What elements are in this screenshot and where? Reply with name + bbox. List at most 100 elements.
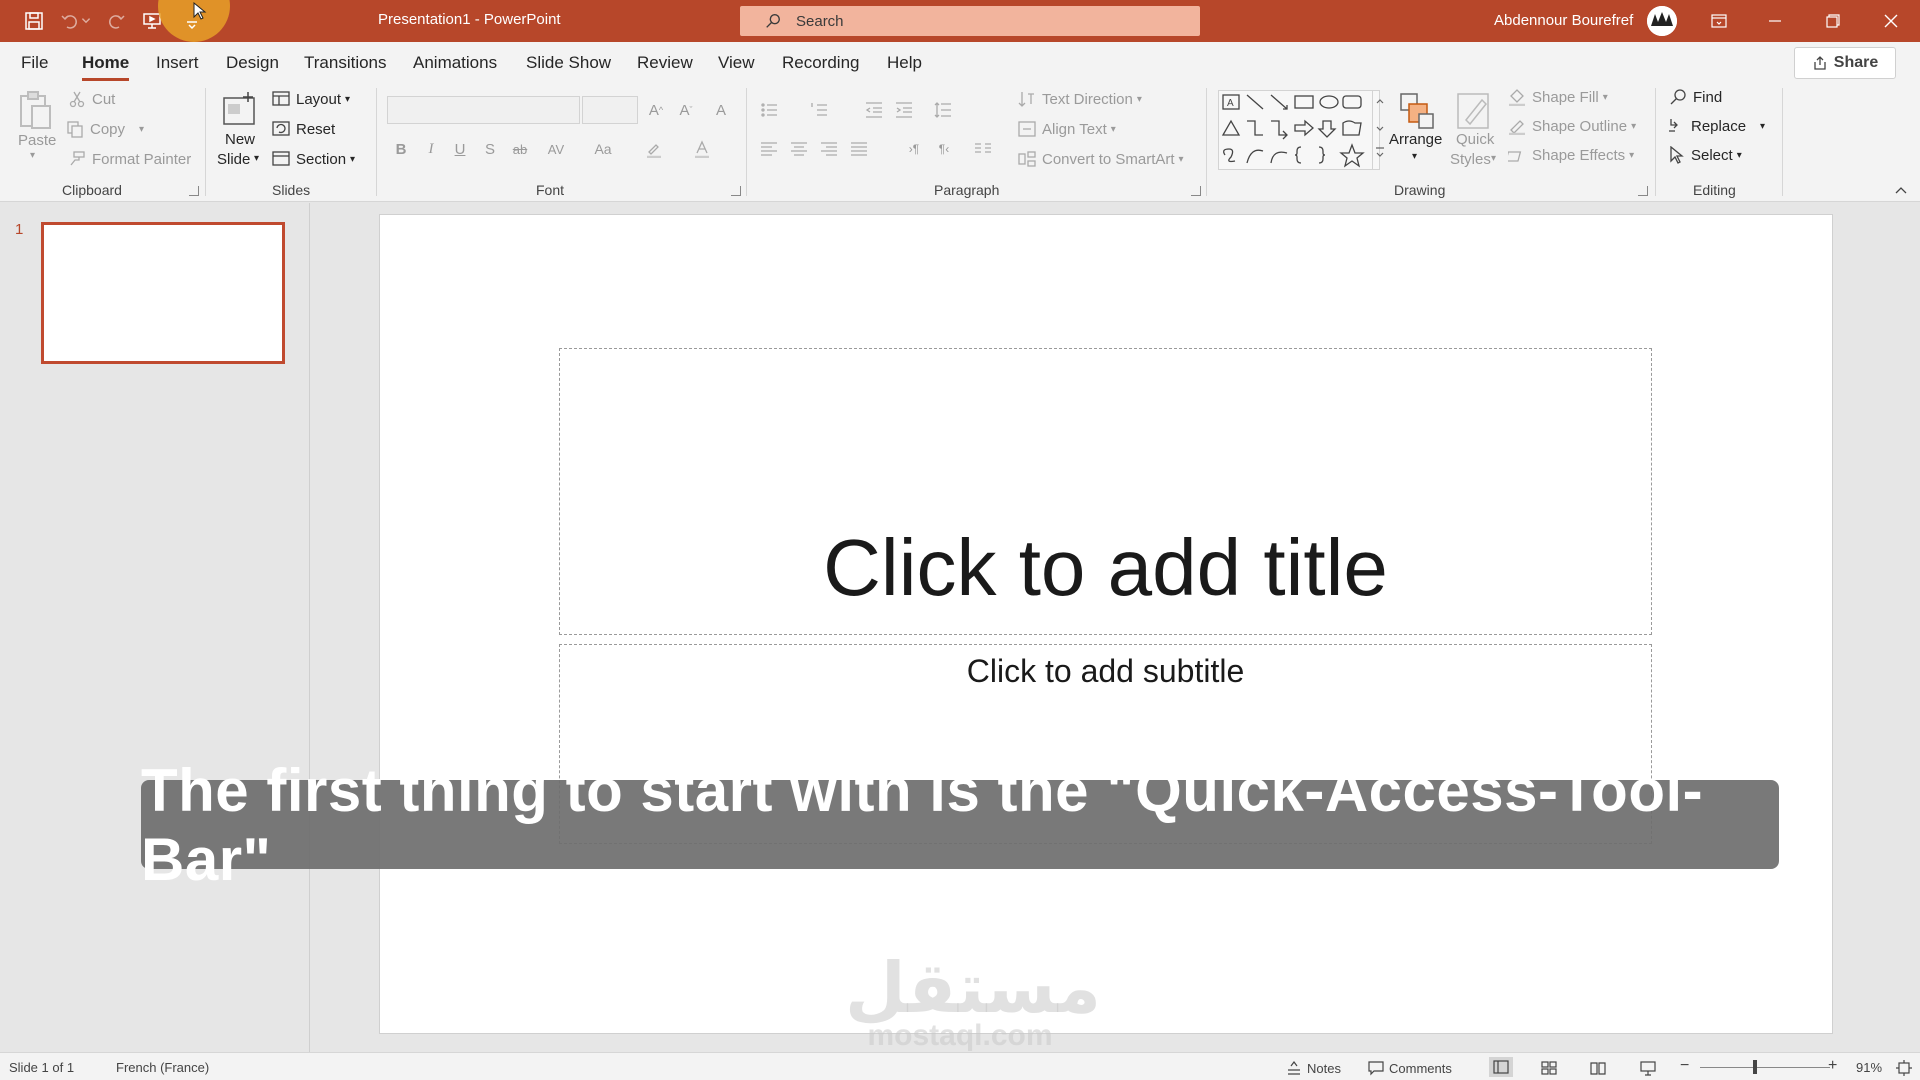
zoom-out-button[interactable]: − <box>1680 1057 1689 1075</box>
title-placeholder[interactable]: Click to add title <box>559 348 1652 635</box>
paste-dropdown-icon[interactable]: ▾ <box>30 150 35 161</box>
search-box[interactable]: Search <box>740 6 1200 36</box>
shape-fill-button[interactable]: Shape Fill ▾ <box>1508 88 1608 106</box>
save-icon[interactable] <box>22 9 46 33</box>
font-color-icon[interactable] <box>691 138 713 160</box>
tab-animations[interactable]: Animations <box>413 53 497 73</box>
shapes-gallery-scroll[interactable] <box>1372 90 1386 170</box>
zoom-slider-track[interactable] <box>1700 1067 1830 1068</box>
align-text-button[interactable]: Align Text ▾ <box>1018 120 1116 138</box>
convert-smartart-button[interactable]: Convert to SmartArt ▾ <box>1018 150 1184 168</box>
tab-transitions[interactable]: Transitions <box>304 53 387 73</box>
align-left-icon[interactable] <box>758 138 780 160</box>
slide-thumbnail[interactable] <box>41 222 285 364</box>
share-button[interactable]: Share <box>1794 47 1896 79</box>
select-button[interactable]: Select ▾ <box>1667 146 1742 164</box>
shapes-gallery[interactable]: A <box>1218 90 1380 170</box>
tab-review[interactable]: Review <box>637 53 693 73</box>
tab-view[interactable]: View <box>718 53 755 73</box>
justify-icon[interactable] <box>848 138 870 160</box>
cut-button[interactable]: Cut <box>68 90 115 108</box>
ribbon-display-options-icon[interactable] <box>1696 0 1742 42</box>
left-to-right-icon[interactable]: ›¶ <box>903 138 925 160</box>
tab-insert[interactable]: Insert <box>156 53 199 73</box>
highlight-color-icon[interactable] <box>643 138 665 160</box>
minimize-icon[interactable] <box>1752 0 1798 42</box>
italic-icon[interactable]: I <box>420 138 442 160</box>
fit-slide-button[interactable] <box>1896 1060 1917 1076</box>
decrease-indent-icon[interactable] <box>863 99 885 121</box>
copy-button[interactable]: Copy ▾ <box>66 120 144 138</box>
arrange-dropdown-icon[interactable]: ▾ <box>1412 151 1417 162</box>
format-painter-button[interactable]: Format Painter <box>68 150 191 168</box>
paragraph-launcher-icon[interactable] <box>1191 186 1201 196</box>
slide-show-button[interactable] <box>1640 1060 1661 1076</box>
user-name[interactable]: Abdennour Bourefref <box>1494 12 1633 29</box>
font-launcher-icon[interactable] <box>731 186 741 196</box>
bullets-icon[interactable] <box>758 99 780 121</box>
normal-view-button[interactable] <box>1489 1057 1513 1077</box>
increase-font-size-icon[interactable]: A ^ <box>645 99 667 121</box>
notes-button[interactable]: Notes <box>1286 1060 1341 1076</box>
collapse-ribbon-icon[interactable] <box>1893 182 1909 198</box>
paste-icon[interactable] <box>18 90 52 130</box>
restore-icon[interactable] <box>1810 0 1856 42</box>
find-button[interactable]: Find <box>1669 88 1722 106</box>
close-icon[interactable] <box>1868 0 1914 42</box>
text-direction-button[interactable]: Text Direction ▾ <box>1018 90 1142 108</box>
tab-design[interactable]: Design <box>226 53 279 73</box>
zoom-in-button[interactable]: + <box>1828 1057 1837 1075</box>
replace-button[interactable]: Replace ▾ <box>1667 117 1765 135</box>
zoom-slider-thumb[interactable] <box>1753 1060 1757 1074</box>
font-size-combo[interactable] <box>582 96 638 124</box>
increase-indent-icon[interactable] <box>893 99 915 121</box>
tab-home[interactable]: Home <box>82 53 130 81</box>
align-right-icon[interactable] <box>818 138 840 160</box>
quick-styles-label-2[interactable]: Styles <box>1450 151 1491 168</box>
drawing-launcher-icon[interactable] <box>1638 186 1648 196</box>
paste-label[interactable]: Paste <box>18 132 56 149</box>
undo-icon[interactable] <box>58 9 82 33</box>
quick-styles-icon[interactable] <box>1454 90 1494 130</box>
strikethrough-icon[interactable]: ab <box>509 138 531 160</box>
tab-recording[interactable]: Recording <box>782 53 860 73</box>
clear-formatting-icon[interactable]: A <box>710 99 732 121</box>
layout-button[interactable]: Layout ▾ <box>272 90 350 108</box>
clipboard-launcher-icon[interactable] <box>189 186 199 196</box>
new-slide-label-1[interactable]: New <box>225 131 255 148</box>
shape-effects-button[interactable]: Shape Effects ▾ <box>1508 146 1634 164</box>
quick-styles-dropdown-icon[interactable]: ▾ <box>1491 153 1496 164</box>
new-slide-label-2[interactable]: Slide <box>217 151 250 168</box>
redo-icon[interactable] <box>104 9 128 33</box>
avatar[interactable] <box>1647 6 1677 36</box>
arrange-icon[interactable] <box>1397 90 1437 130</box>
text-shadow-icon[interactable]: S <box>479 138 501 160</box>
tab-file[interactable]: File <box>21 53 48 73</box>
columns-icon[interactable] <box>972 138 994 160</box>
align-center-icon[interactable] <box>788 138 810 160</box>
language-status[interactable]: French (France) <box>116 1060 209 1075</box>
bold-icon[interactable]: B <box>390 138 412 160</box>
new-slide-icon[interactable] <box>220 90 260 130</box>
quick-styles-label-1[interactable]: Quick <box>1456 131 1494 148</box>
section-button[interactable]: Section ▾ <box>272 150 355 168</box>
font-name-combo[interactable] <box>387 96 580 124</box>
tab-help[interactable]: Help <box>887 53 922 73</box>
right-to-left-icon[interactable]: ¶‹ <box>933 138 955 160</box>
change-case-icon[interactable]: Aa <box>588 138 618 160</box>
undo-dropdown-icon[interactable] <box>80 9 92 33</box>
underline-icon[interactable]: U <box>449 138 471 160</box>
line-spacing-icon[interactable] <box>932 99 954 121</box>
numbering-icon[interactable] <box>808 99 830 121</box>
character-spacing-icon[interactable]: AV <box>541 138 571 160</box>
reset-button[interactable]: Reset <box>272 120 335 138</box>
decrease-font-size-icon[interactable]: Aˇ <box>675 99 697 121</box>
zoom-level[interactable]: 91% <box>1856 1060 1882 1075</box>
copy-dropdown-icon[interactable]: ▾ <box>139 124 144 135</box>
tab-slide-show[interactable]: Slide Show <box>526 53 611 73</box>
slide-sorter-button[interactable] <box>1541 1060 1562 1076</box>
new-slide-dropdown-icon[interactable]: ▾ <box>254 153 259 164</box>
arrange-label[interactable]: Arrange <box>1389 131 1442 148</box>
reading-view-button[interactable] <box>1590 1060 1611 1076</box>
shape-outline-button[interactable]: Shape Outline ▾ <box>1508 117 1636 135</box>
